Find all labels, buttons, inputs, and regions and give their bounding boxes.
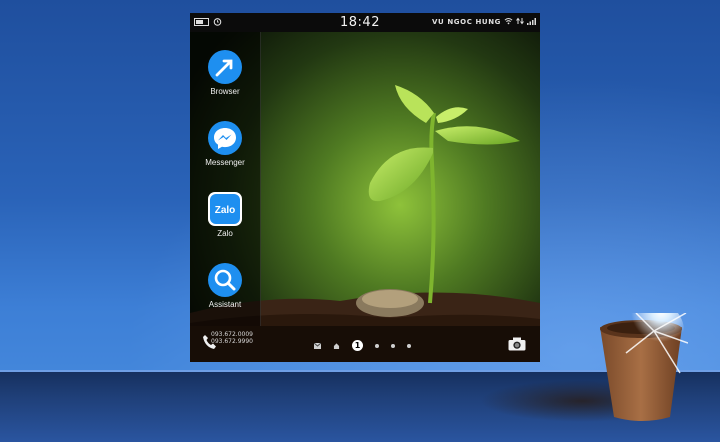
messenger-icon <box>208 121 242 155</box>
messenger-app[interactable]: Messenger <box>190 121 260 167</box>
zalo-icon: Zalo <box>208 192 242 226</box>
status-bar: 18:42 VU NGOC HUNG <box>190 13 540 32</box>
camera-icon[interactable] <box>508 337 526 351</box>
active-page-indicator[interactable]: 1 <box>352 340 363 351</box>
bottom-bar: 093.672.0009 093.672.9990 1 <box>190 326 540 362</box>
assistant-icon <box>208 263 242 297</box>
messenger-label: Messenger <box>205 158 245 167</box>
zalo-label: Zalo <box>217 229 233 238</box>
browser-icon <box>208 50 242 84</box>
phone-screen: 18:42 VU NGOC HUNG Browser Messenger Zal… <box>190 13 540 362</box>
home-page-icon[interactable] <box>333 342 340 349</box>
alarm-icon <box>213 18 222 26</box>
page-dot-3[interactable] <box>391 343 395 348</box>
phone-number-1: 093.672.0009 <box>211 331 253 338</box>
zalo-icon-text: Zalo <box>215 205 236 216</box>
page-dot-2[interactable] <box>375 343 379 348</box>
carrier-name: VU NGOC HUNG <box>432 18 502 26</box>
clock: 18:42 <box>340 15 380 30</box>
hub-page-icon[interactable] <box>314 342 321 349</box>
glowing-cup-image <box>600 313 688 421</box>
page-indicator: 1 <box>314 340 411 351</box>
battery-icon <box>194 17 209 26</box>
browser-app[interactable]: Browser <box>190 50 260 96</box>
phone-numbers: 093.672.0009 093.672.9990 <box>211 331 253 345</box>
wifi-icon <box>504 18 513 25</box>
browser-label: Browser <box>210 87 240 96</box>
data-transfer-icon <box>516 17 524 25</box>
signal-icon <box>527 18 536 25</box>
assistant-app[interactable]: Assistant <box>190 263 260 309</box>
phone-number-2: 093.672.9990 <box>211 338 253 345</box>
page-dot-4[interactable] <box>407 343 411 348</box>
zalo-app[interactable]: Zalo Zalo <box>190 192 260 238</box>
assistant-label: Assistant <box>208 300 242 309</box>
app-dock: Browser Messenger Zalo Zalo Assistant <box>190 32 261 326</box>
